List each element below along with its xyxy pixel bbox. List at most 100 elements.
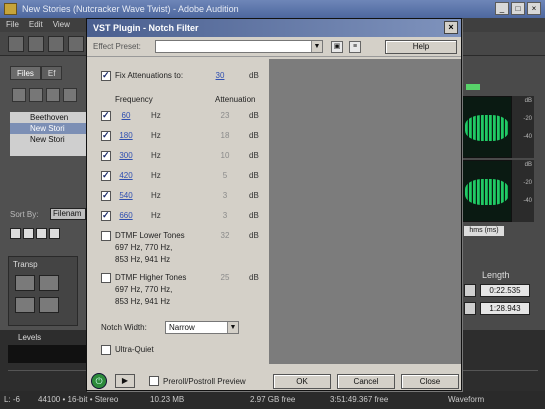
notch-5-hz: Hz [151,191,161,200]
notch-2-frequency[interactable]: 180 [113,131,139,140]
power-icon[interactable]: ⏻ [91,373,107,389]
menu-view[interactable]: View [53,18,70,32]
close-file-icon[interactable] [29,88,43,102]
notch-width-label: Notch Width: [101,323,147,332]
dialog-title: VST Plugin - Notch Filter [93,23,199,33]
waveform-left-channel[interactable] [462,96,512,158]
insert-icon[interactable] [46,88,60,102]
notch-4-checkbox[interactable] [101,170,111,181]
close-button[interactable]: Close [401,374,459,389]
edit-file-icon[interactable] [63,88,77,102]
db-tick: dB [524,98,532,104]
toggle-button[interactable] [23,228,34,239]
notch-4-attenuation[interactable]: 5 [215,171,235,180]
notch-6-attenuation[interactable]: 3 [215,211,235,220]
toggle-button[interactable] [36,228,47,239]
dtmf-higher-attenuation[interactable]: 25 [215,273,235,282]
tool-icon[interactable] [68,36,84,52]
toggle-button[interactable] [49,228,60,239]
dtmf-lower-checkbox[interactable] [101,231,111,241]
dtmf-higher-label: DTMF Higher Tones [115,273,187,282]
notch-2-attenuation[interactable]: 18 [215,131,235,140]
selection-marker [464,284,476,297]
notch-3-checkbox[interactable] [101,150,111,161]
menu-file[interactable]: File [6,18,19,32]
dialog-title-bar[interactable]: VST Plugin - Notch Filter × [87,19,461,37]
list-item[interactable]: Beethoven [10,112,86,123]
attenuation-column-header: Attenuation [215,95,256,104]
cd-view-icon[interactable] [48,36,64,52]
maximize-button[interactable]: □ [511,2,525,15]
notch-3-frequency[interactable]: 300 [113,151,139,160]
ultra-quiet-label: Ultra-Quiet [115,345,154,354]
edit-view-icon[interactable] [8,36,24,52]
ok-button[interactable]: OK [273,374,331,389]
notch-width-select[interactable]: Narrow ▼ [165,321,239,334]
waveform-right-channel[interactable] [462,160,512,222]
dialog-close-icon[interactable]: × [444,21,458,34]
notch-1-checkbox[interactable] [101,110,111,121]
db-tick: -40 [523,198,532,204]
notch-6-checkbox[interactable] [101,210,111,221]
help-button[interactable]: Help [385,40,457,54]
host-window-controls: _ □ × [495,2,541,15]
chevron-down-icon[interactable]: ▼ [311,41,322,52]
notch-5-db: dB [249,191,259,200]
preroll-preview-checkbox[interactable] [149,376,159,386]
notch-6-frequency[interactable]: 660 [113,211,139,220]
save-preset-icon[interactable]: ▣ [331,41,343,53]
tab-files[interactable]: Files [10,66,41,80]
stop-button[interactable] [15,275,35,291]
notch-3-attenuation[interactable]: 10 [215,151,235,160]
list-item[interactable]: New Stori [10,123,86,134]
notch-1-attenuation[interactable]: 23 [215,111,235,120]
notch-2-hz: Hz [151,131,161,140]
notch-4-frequency[interactable]: 420 [113,171,139,180]
menu-edit[interactable]: Edit [29,18,43,32]
db-tick: -40 [523,134,532,140]
effect-preset-select[interactable]: ▼ [155,40,323,53]
db-tick: -20 [523,180,532,186]
list-item[interactable]: New Stori [10,134,86,145]
transport-label: Transp [13,260,38,269]
panel-tabs: Files Ef [10,66,63,80]
fix-attenuations-unit: dB [249,71,259,80]
status-format: 44100 • 16-bit • Stereo [38,395,119,404]
dtmf-higher-checkbox[interactable] [101,273,111,283]
db-ruler-left: dB -20 -40 [512,96,534,158]
fix-attenuations-checkbox[interactable] [101,70,111,81]
tab-effects[interactable]: Ef [40,66,63,80]
effect-preset-label: Effect Preset: [93,42,141,51]
delete-preset-icon[interactable]: ≡ [349,41,361,53]
sort-by-select[interactable]: Filenam [50,208,86,220]
fix-attenuations-value[interactable]: 30 [207,71,233,80]
close-window-button[interactable]: × [527,2,541,15]
chevron-down-icon[interactable]: ▼ [227,322,238,333]
notch-6-db: dB [249,211,259,220]
toggle-button[interactable] [10,228,21,239]
notch-5-attenuation[interactable]: 3 [215,191,235,200]
dtmf-lower-attenuation[interactable]: 32 [215,231,235,240]
status-view: Waveform [448,395,485,404]
notch-width-value: Narrow [169,323,195,332]
host-window-title: New Stories (Nutcracker Wave Twist) - Ad… [22,4,239,14]
pause-button[interactable] [39,297,59,313]
length-value: 1:28.943 [480,302,530,315]
minimize-button[interactable]: _ [495,2,509,15]
open-file-icon[interactable] [12,88,26,102]
rewind-button[interactable] [15,297,35,313]
status-bar: L: -6 44100 • 16-bit • Stereo 10.23 MB 2… [0,391,545,409]
notch-5-frequency[interactable]: 540 [113,191,139,200]
notch-1-frequency[interactable]: 60 [113,111,139,120]
preview-play-button[interactable]: ▶ [115,374,135,388]
notch-5-checkbox[interactable] [101,190,111,201]
play-button[interactable] [39,275,59,291]
ultra-quiet-checkbox[interactable] [101,345,111,355]
notch-2-checkbox[interactable] [101,130,111,141]
dtmf-higher-tones-line: 697 Hz, 770 Hz, [115,285,173,294]
dtmf-lower-label: DTMF Lower Tones [115,231,185,240]
multitrack-view-icon[interactable] [28,36,44,52]
notch-4-hz: Hz [151,171,161,180]
cancel-button[interactable]: Cancel [337,374,395,389]
frequency-column-header: Frequency [115,95,153,104]
